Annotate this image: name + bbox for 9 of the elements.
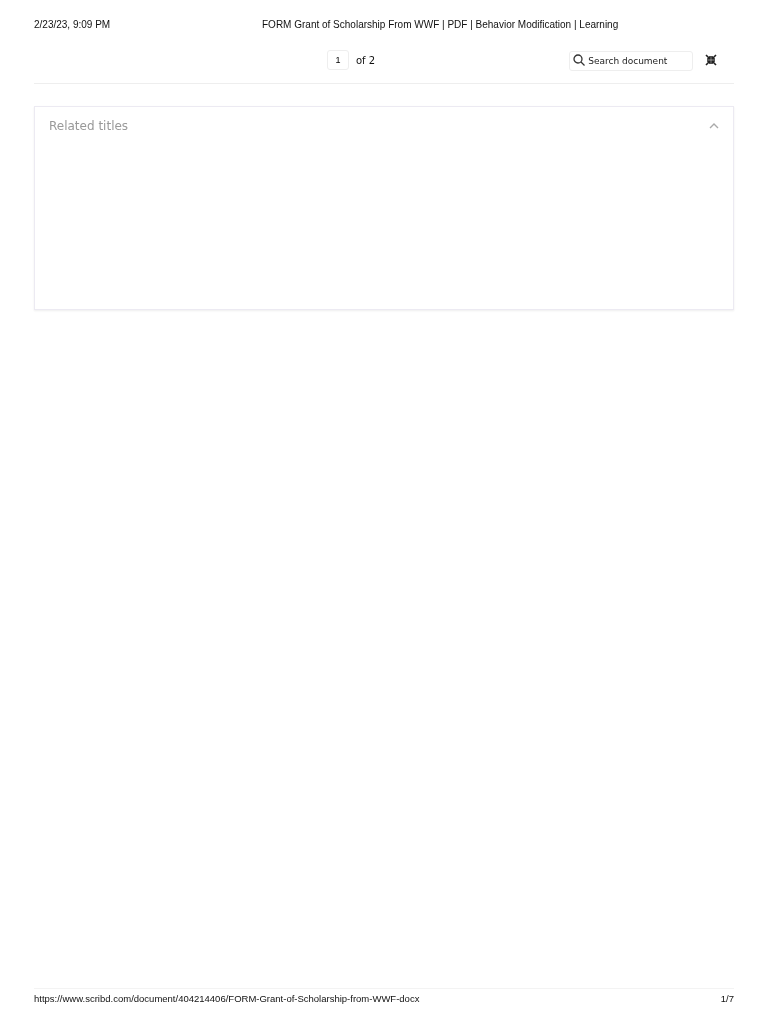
search-field[interactable]: Search document (569, 51, 694, 71)
panel-title: Related titles (49, 119, 129, 133)
page-total: of 2 (356, 54, 376, 66)
print-date: 2/23/23, 9:09 PM (34, 18, 112, 30)
page-count: 1/7 (720, 993, 734, 1004)
page-title: FORM Grant of Scholarship From WWF | PDF | Behavior Modification | Learning (262, 18, 619, 30)
page-number-field[interactable]: 1 (327, 50, 349, 70)
page-url: https://www.scribd.com/document/404214406/FORM-Grant-of-Scholarship-from-WWF-docx (34, 993, 420, 1004)
search-icon (573, 54, 586, 66)
